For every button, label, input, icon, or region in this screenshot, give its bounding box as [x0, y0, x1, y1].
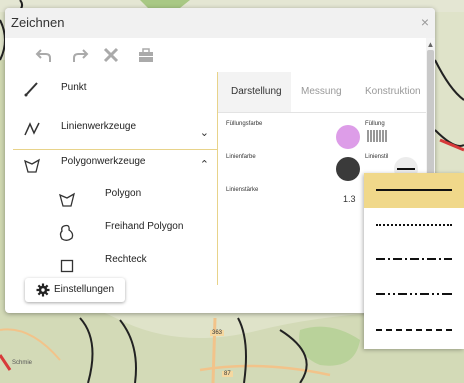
- dashed-line-icon: [376, 329, 452, 331]
- gear-icon: [36, 283, 50, 297]
- line-width-value[interactable]: 1.3: [343, 194, 356, 204]
- tab-messung[interactable]: Messung: [301, 86, 342, 97]
- line-style-option-solid[interactable]: [364, 173, 464, 208]
- line-style-label: Linienstil: [365, 154, 389, 160]
- tool-polygon-label: Polygon: [105, 188, 142, 199]
- solid-line-icon: [376, 189, 452, 191]
- tool-polygon[interactable]: Polygon: [13, 180, 217, 212]
- solid-line-icon: [397, 168, 415, 170]
- tool-polygon-group[interactable]: Polygonwerkzeuge ⌃: [13, 150, 217, 180]
- dotted-line-icon: [376, 224, 452, 226]
- tool-rectangle[interactable]: Rechteck: [13, 248, 217, 280]
- tab-bar: Darstellung Messung Konstruktion: [218, 72, 426, 113]
- chevron-down-icon[interactable]: ⌄: [200, 126, 209, 139]
- scroll-up-icon[interactable]: ▲: [426, 40, 435, 49]
- dash-dot-line-icon: [376, 258, 452, 260]
- line-color-label: Linienfarbe: [226, 154, 256, 160]
- line-color-swatch[interactable]: [336, 157, 360, 181]
- tool-freehand-polygon-label: Freihand Polygon: [105, 221, 184, 232]
- fill-color-swatch[interactable]: [336, 125, 360, 149]
- line-width-label: Linienstärke: [226, 187, 259, 193]
- line-style-option-dashed[interactable]: [364, 313, 464, 348]
- road-label: 363: [210, 330, 225, 336]
- tool-list: Punkt Linienwerkzeuge ⌄ Polygonwerkzeuge…: [13, 72, 218, 285]
- polygon-icon: [59, 192, 76, 207]
- titlebar: Zeichnen ×: [5, 8, 435, 38]
- freehand-polygon-icon: [59, 224, 74, 241]
- tool-polygon-group-label: Polygonwerkzeuge: [61, 156, 146, 167]
- polygon-icon: [24, 158, 41, 173]
- rectangle-icon: [60, 259, 74, 273]
- pencil-icon: [24, 82, 38, 97]
- line-style-option-dash-dot-dot[interactable]: [364, 278, 464, 313]
- tool-point-label: Punkt: [61, 82, 87, 93]
- toolbox-icon[interactable]: [136, 45, 156, 65]
- line-style-dropdown: [364, 173, 464, 349]
- fill-color-label: Füllungsfarbe: [226, 121, 263, 127]
- undo-icon[interactable]: [34, 45, 54, 65]
- line-style-option-dash-dot[interactable]: [364, 243, 464, 278]
- fill-label: Füllung: [365, 121, 385, 127]
- tab-darstellung[interactable]: Darstellung: [231, 86, 282, 97]
- polyline-icon: [24, 122, 40, 136]
- tool-rectangle-label: Rechteck: [105, 254, 147, 265]
- chevron-up-icon[interactable]: ⌃: [200, 158, 209, 171]
- redo-icon[interactable]: [70, 45, 90, 65]
- fill-pattern-icon[interactable]: [366, 130, 388, 142]
- toolbar: [5, 38, 435, 72]
- panel-title: Zeichnen: [11, 15, 65, 30]
- place-label: Schmie: [12, 360, 33, 366]
- settings-button[interactable]: Einstellungen: [25, 278, 125, 302]
- delete-icon[interactable]: [101, 45, 121, 65]
- line-style-option-dotted[interactable]: [364, 208, 464, 243]
- close-icon[interactable]: ×: [421, 14, 429, 30]
- tab-konstruktion[interactable]: Konstruktion: [365, 86, 421, 97]
- dash-dot-dot-line-icon: [376, 293, 452, 295]
- tool-lines-label: Linienwerkzeuge: [61, 121, 137, 132]
- tool-point[interactable]: Punkt: [13, 72, 217, 104]
- tool-lines[interactable]: Linienwerkzeuge ⌄: [13, 106, 217, 146]
- tool-freehand-polygon[interactable]: Freihand Polygon: [13, 214, 217, 246]
- road-label: 87: [222, 371, 233, 377]
- settings-label: Einstellungen: [54, 284, 115, 295]
